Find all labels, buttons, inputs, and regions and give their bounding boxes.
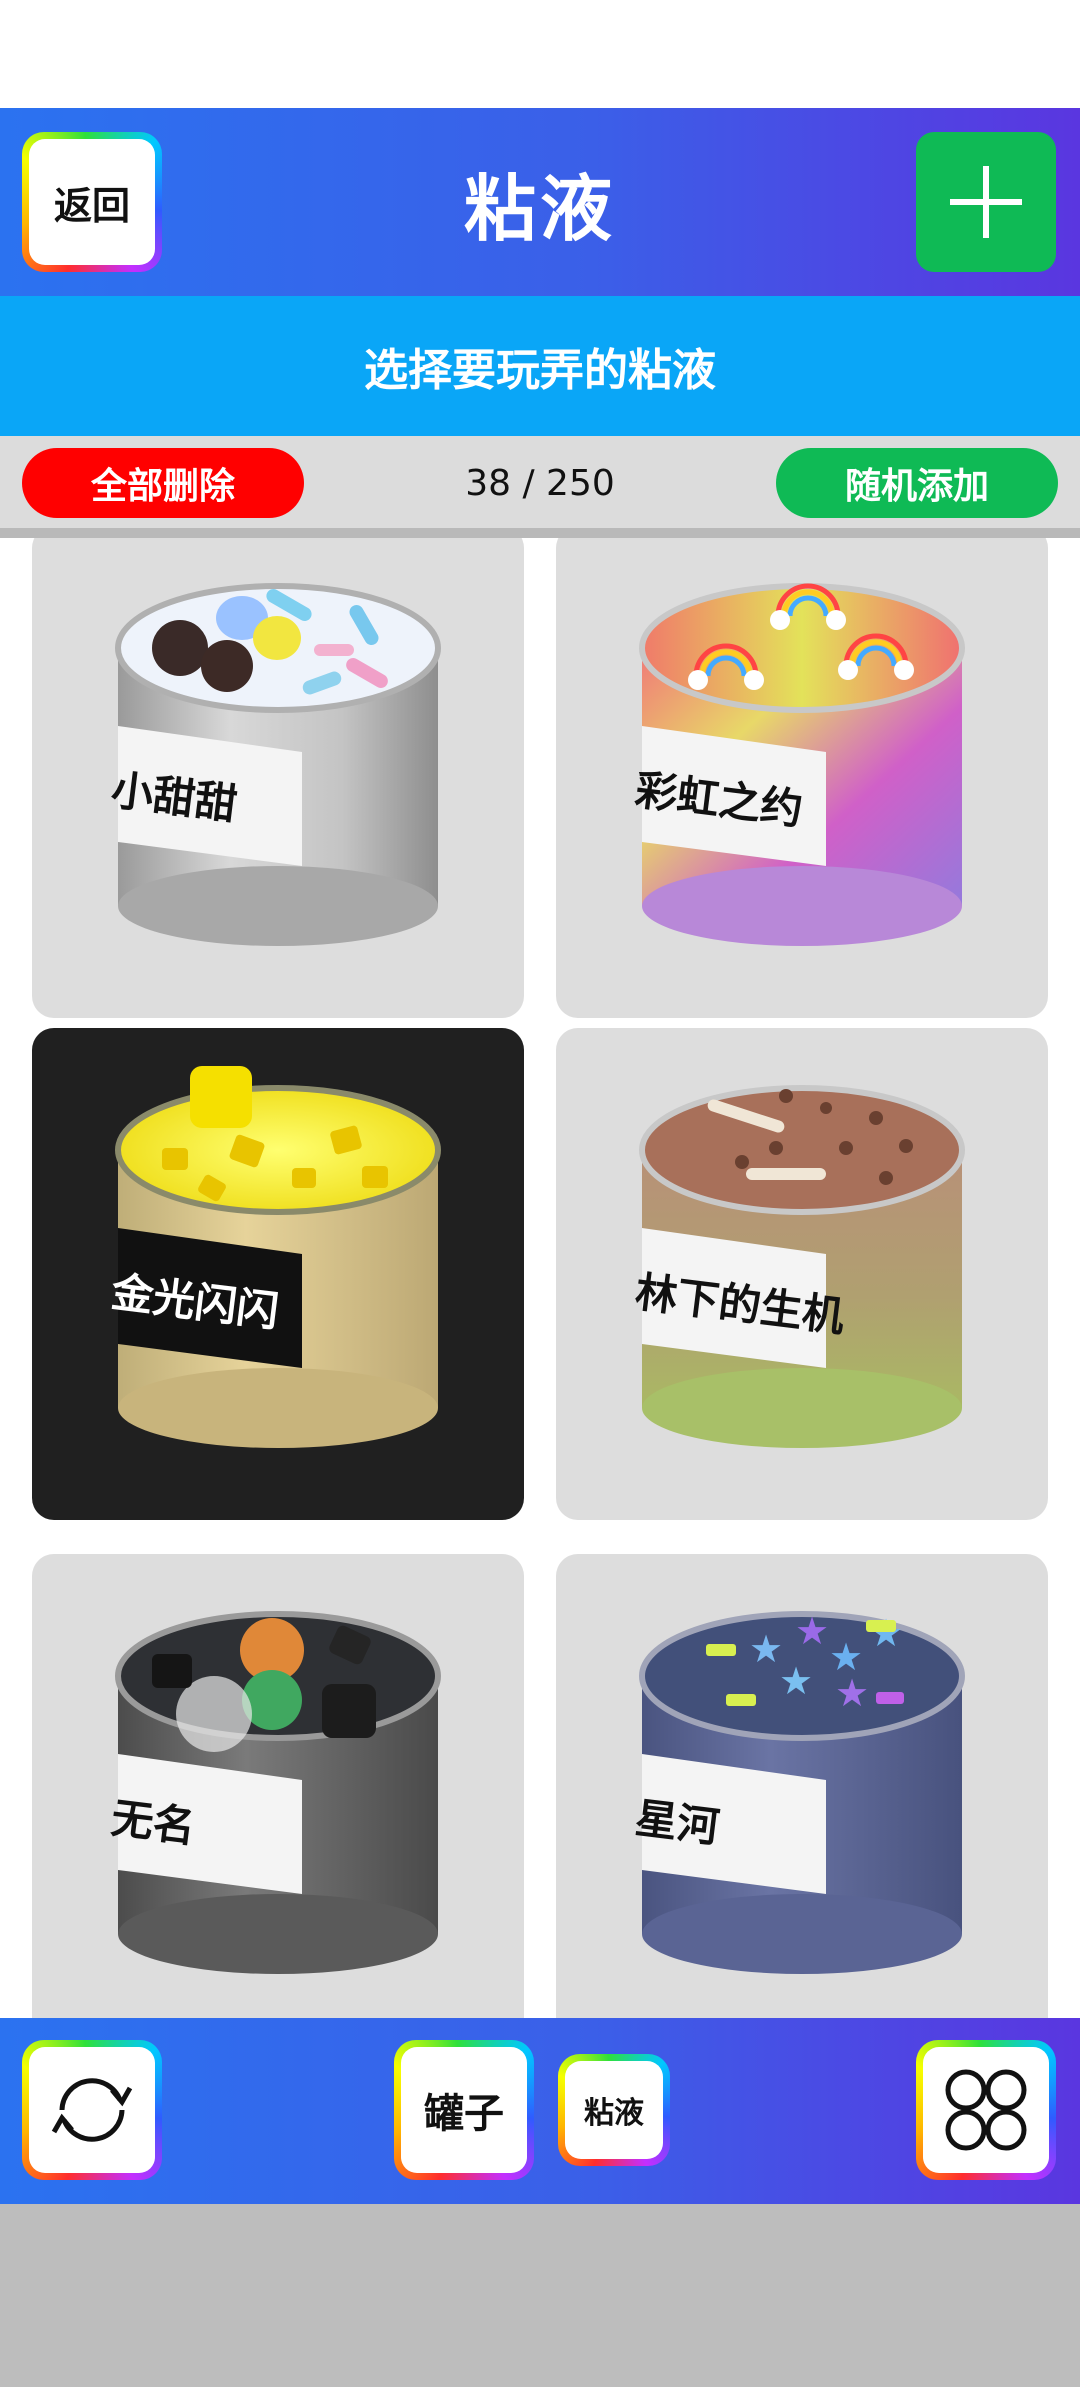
toolbar-divider (0, 528, 1080, 538)
bottom-spacer (0, 2204, 1080, 2387)
slime-name: 无名 (108, 1793, 199, 1853)
svg-text:★: ★ (795, 1609, 829, 1653)
back-button-label: 返回 (53, 183, 130, 228)
svg-text:★: ★ (835, 1671, 869, 1715)
refresh-button[interactable] (22, 2040, 162, 2180)
svg-text:★: ★ (749, 1627, 783, 1671)
jar-image (115, 583, 441, 946)
jar-tab-button[interactable]: 罐子 (394, 2040, 534, 2180)
status-bar-space (0, 0, 1080, 108)
slime-card[interactable]: 林下的生机 (556, 1028, 1048, 1520)
svg-text:★: ★ (869, 1611, 903, 1655)
slime-card[interactable]: 小甜甜 (32, 538, 524, 1018)
delete-all-button[interactable]: 全部删除 (22, 448, 304, 518)
svg-text:★: ★ (779, 1659, 813, 1703)
slime-card[interactable]: ★ ★ ★ ★ ★ ★ 星河 (556, 1554, 1048, 2018)
slime-tab-button[interactable]: 粘液 (558, 2054, 670, 2166)
slime-tab-label: 粘液 (584, 2096, 644, 2131)
grid-menu-button[interactable] (916, 2040, 1056, 2180)
slime-card[interactable]: 彩虹之约 (556, 538, 1048, 1018)
subtitle-banner: 选择要玩弄的粘液 (0, 296, 1080, 436)
refresh-icon (51, 2078, 133, 2142)
jar-image (115, 1611, 441, 1974)
back-button[interactable]: 返回 (22, 132, 162, 272)
slime-name: 星河 (632, 1793, 723, 1853)
slime-count: 38 / 250 (465, 462, 615, 504)
add-slime-button[interactable] (916, 132, 1056, 272)
jar-image (115, 1066, 441, 1448)
grid-menu-icon (945, 2069, 1027, 2151)
slime-card[interactable]: 无名 (32, 1554, 524, 2018)
random-add-button[interactable]: 随机添加 (776, 448, 1058, 518)
slime-card[interactable]: 金光闪闪 (32, 1028, 524, 1520)
jar-image (639, 1085, 965, 1448)
jar-tab-label: 罐子 (424, 2091, 504, 2137)
slime-grid: 小甜甜 彩虹之约 金光闪闪 林下的生机 无名 ★ ★ ★ ★ ★ ★ 星河 (0, 538, 1080, 2018)
jar-image: ★ ★ ★ ★ ★ ★ (639, 1609, 965, 1974)
